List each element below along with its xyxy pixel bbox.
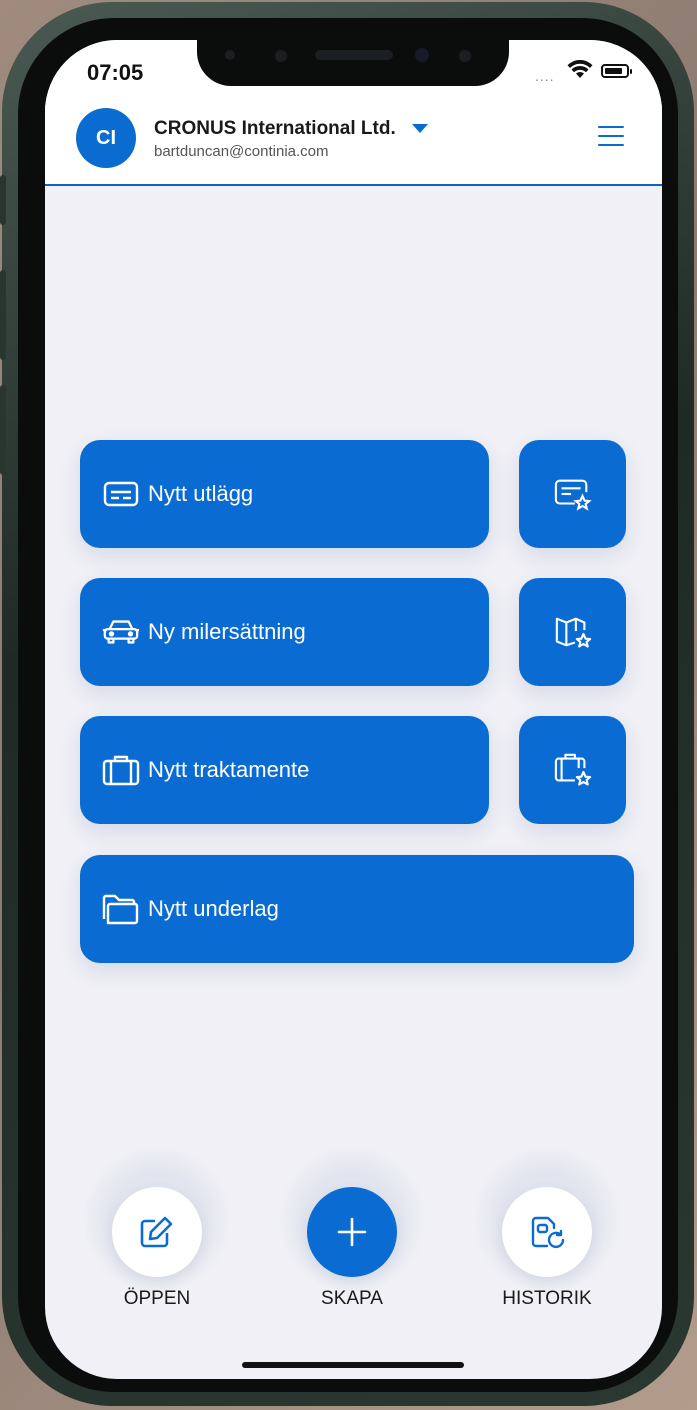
status-time: 07:05 (87, 60, 144, 85)
new-expense-label: Nytt utlägg (148, 481, 254, 506)
new-allowance-button[interactable]: Nytt traktamente (80, 716, 489, 824)
sensor-dot (275, 50, 287, 62)
user-email: bartduncan@continia.com (154, 143, 329, 160)
speaker-grille (315, 50, 393, 60)
mileage-favorites-button[interactable] (519, 578, 626, 686)
create-button[interactable] (307, 1187, 397, 1277)
caret-down-icon[interactable] (412, 124, 428, 133)
hamburger-menu-icon[interactable] (598, 126, 626, 148)
app-screen: 07:05 .... CI CRONUS International Ltd. … (45, 40, 662, 1379)
new-attachment-button[interactable]: Nytt underlag (80, 855, 634, 963)
front-camera (415, 48, 429, 62)
expense-favorites-button[interactable] (519, 440, 626, 548)
battery-level (605, 68, 622, 74)
history-button[interactable] (502, 1187, 592, 1277)
avatar[interactable]: CI (76, 108, 136, 168)
phone-volume-up (0, 270, 6, 360)
new-allowance-label: Nytt traktamente (148, 757, 310, 782)
allowance-favorites-button[interactable] (519, 716, 626, 824)
sensor-dot (225, 50, 235, 60)
wifi-icon (567, 60, 593, 78)
card-star-icon (554, 475, 592, 513)
signal-icon: .... (535, 68, 555, 84)
phone-mute-switch (0, 175, 6, 225)
account-header: CI CRONUS International Ltd. bartduncan@… (45, 100, 662, 186)
suitcase-star-icon (554, 751, 592, 789)
new-mileage-button[interactable]: Ny milersättning (80, 578, 489, 686)
battery-icon (601, 64, 632, 78)
open-button[interactable] (112, 1187, 202, 1277)
new-expense-button[interactable]: Nytt utlägg (80, 440, 489, 548)
history-icon (531, 1216, 565, 1249)
plus-icon (337, 1217, 367, 1247)
folder-icon (102, 890, 140, 928)
suitcase-icon (102, 751, 140, 789)
card-icon (102, 475, 140, 513)
home-indicator[interactable] (242, 1362, 464, 1368)
open-label: ÖPPEN (123, 1288, 191, 1309)
car-icon (102, 613, 140, 651)
sensor-dot (459, 50, 471, 62)
create-label: SKAPA (321, 1288, 383, 1309)
phone-volume-down (0, 385, 6, 475)
new-attachment-label: Nytt underlag (148, 896, 279, 921)
camera-notch (197, 40, 509, 86)
edit-icon (140, 1216, 173, 1248)
company-selector[interactable]: CRONUS International Ltd. (154, 118, 396, 140)
map-star-icon (554, 613, 592, 651)
history-label: HISTORIK (502, 1288, 592, 1309)
new-mileage-label: Ny milersättning (148, 619, 306, 644)
